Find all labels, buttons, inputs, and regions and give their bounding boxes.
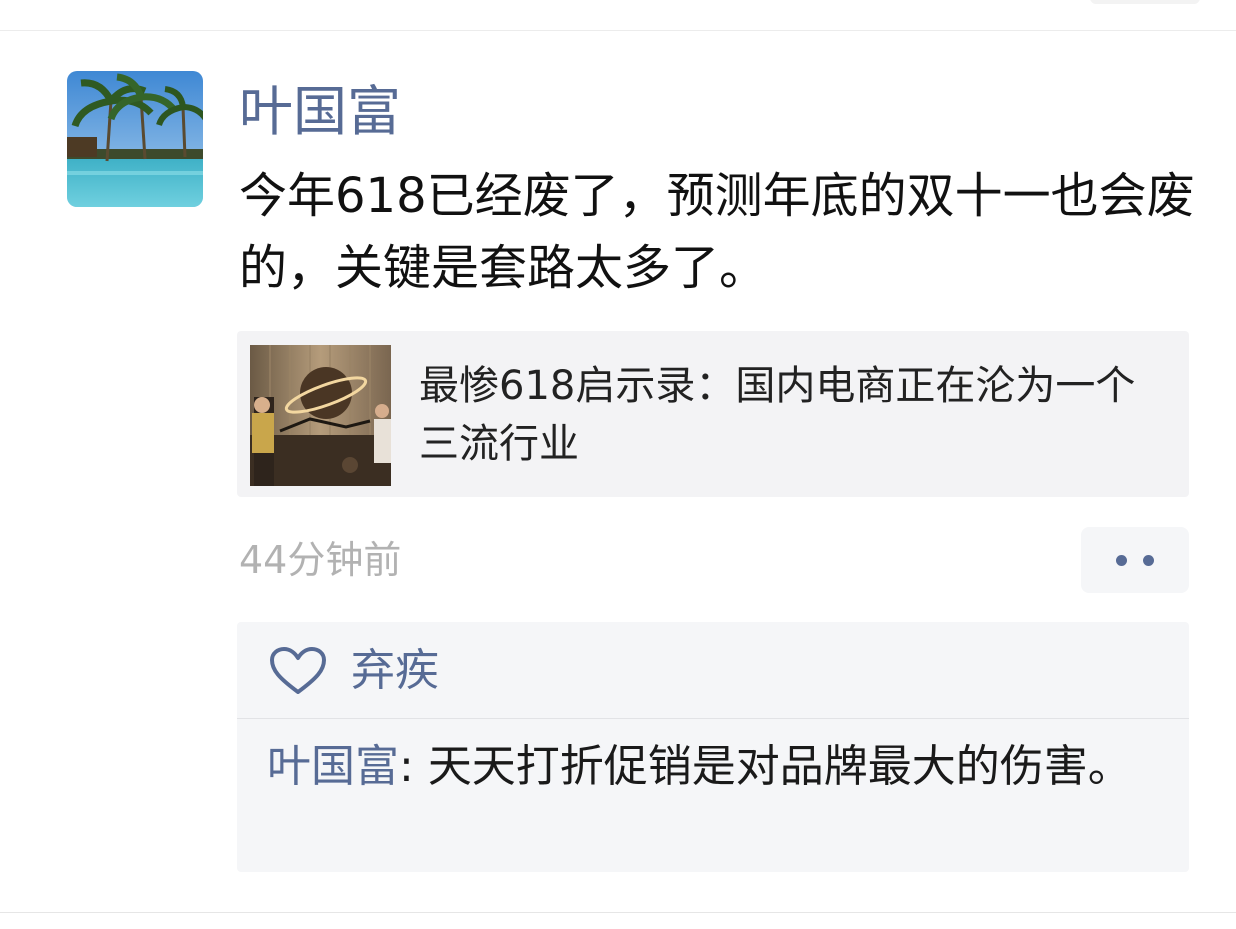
likes-and-comments-panel: 弃疾 叶国富: 天天打折促销是对品牌最大的伤害。 <box>237 622 1189 872</box>
comment-author[interactable]: 叶国富 <box>267 741 399 792</box>
comment-item[interactable]: 叶国富: 天天打折促销是对品牌最大的伤害。 <box>267 736 1157 798</box>
post-timestamp: 44分钟前 <box>239 538 402 582</box>
comment-separator: : <box>399 741 428 792</box>
link-thumbnail <box>250 345 391 486</box>
post-author-name[interactable]: 叶国富 <box>239 80 401 144</box>
likes-row: 弃疾 <box>237 622 1189 718</box>
heart-outline-icon <box>270 647 326 694</box>
avatar[interactable] <box>67 71 203 207</box>
ellipsis-dots-icon <box>1143 555 1154 566</box>
more-actions-button[interactable] <box>1081 527 1189 593</box>
comment-text: 天天打折促销是对品牌最大的伤害。 <box>427 741 1132 792</box>
likes-comments-divider <box>237 718 1189 719</box>
avatar-image <box>67 71 203 207</box>
bottom-divider <box>0 912 1236 913</box>
link-title: 最惨618启示录：国内电商正在沦为一个三流行业 <box>419 363 1136 467</box>
post-text: 今年618已经废了，预测年底的双十一也会废的，关键是套路太多了。 <box>239 168 1195 296</box>
previous-post-edge <box>1090 0 1200 4</box>
liker-name[interactable]: 弃疾 <box>351 642 439 700</box>
top-divider <box>0 30 1236 31</box>
shared-link-card[interactable]: 最惨618启示录：国内电商正在沦为一个三流行业 <box>237 331 1189 497</box>
ellipsis-dots-icon <box>1116 555 1127 566</box>
